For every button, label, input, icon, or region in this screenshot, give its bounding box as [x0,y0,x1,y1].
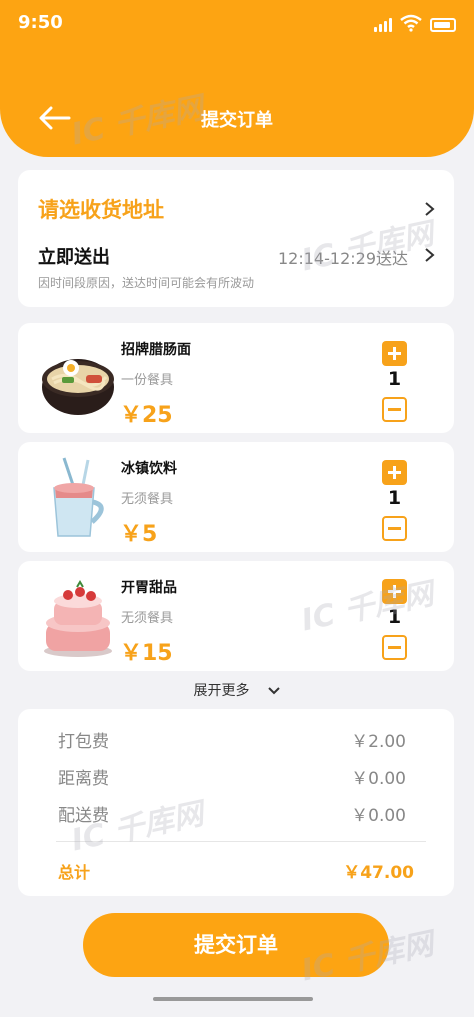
noodle-bowl-icon [42,359,114,415]
item-name: 开胃甜品 [121,580,177,596]
delivery-label: 立即送出 [38,247,110,268]
item-desc: 无须餐具 [121,611,174,626]
item-name: 招牌腊肠面 [121,342,191,358]
battery-icon [430,18,456,32]
fee-label: 配送费 [58,806,109,826]
status-time: 9:50 [18,12,63,33]
fee-label: 距离费 [58,769,109,789]
item-price: ￥5 [120,522,158,547]
decrease-button[interactable] [382,397,407,422]
fee-value: ￥2.00 [351,732,406,752]
fee-row: 配送费 ￥0.00 [58,801,406,826]
item-price: ￥15 [120,641,173,666]
status-icons [374,14,456,32]
address-card[interactable]: 请选收货地址 立即送出 12:14-12:29送达 因时间段原因，送达时间可能会… [18,170,454,307]
list-item: 开胃甜品 无须餐具 ￥15 1 [18,561,454,671]
total-value: ￥47.00 [343,863,414,883]
address-title[interactable]: 请选收货地址 [38,194,164,224]
decrease-button[interactable] [382,516,407,541]
fee-card: 打包费 ￥2.00 距离费 ￥0.00 配送费 ￥0.00 总计 ￥47.00 [18,709,454,896]
quantity-value: 1 [387,368,402,390]
fee-row: 打包费 ￥2.00 [58,727,406,752]
page-title: 提交订单 [201,110,273,131]
divider [56,841,426,842]
chevron-right-icon[interactable] [422,201,436,217]
fee-value: ￥0.00 [351,769,406,789]
delivery-note: 因时间段原因，送达时间可能会有所波动 [38,276,255,290]
chevron-right-icon[interactable] [422,247,436,263]
item-desc: 一份餐具 [121,373,174,388]
submit-order-button[interactable]: 提交订单 [83,913,389,977]
fee-value: ￥0.00 [351,806,406,826]
expand-more-button[interactable]: 展开更多 [0,680,474,700]
list-item: 冰镇饮料 无须餐具 ￥5 1 [18,442,454,552]
item-name: 冰镇饮料 [121,461,177,477]
list-item: 招牌腊肠面 一份餐具 ￥25 1 [18,323,454,433]
fee-row: 距离费 ￥0.00 [58,764,406,789]
strawberry-cake-icon [44,580,112,657]
expand-more-label: 展开更多 [193,683,250,699]
total-label: 总计 [58,863,91,882]
fee-label: 打包费 [58,732,109,752]
delivery-time[interactable]: 12:14-12:29送达 [278,245,408,269]
header-bar: 9:50 提交订单 [0,0,474,157]
increase-button[interactable] [382,341,407,366]
home-indicator [153,997,313,1001]
quantity-value: 1 [387,487,402,509]
increase-button[interactable] [382,579,407,604]
chevron-down-icon [267,686,280,694]
signal-icon [374,16,392,32]
decrease-button[interactable] [382,635,407,660]
increase-button[interactable] [382,460,407,485]
item-price: ￥25 [120,403,173,428]
iced-drink-icon [53,457,104,537]
quantity-value: 1 [387,606,402,628]
wifi-icon [400,14,422,32]
item-desc: 无须餐具 [121,492,174,507]
